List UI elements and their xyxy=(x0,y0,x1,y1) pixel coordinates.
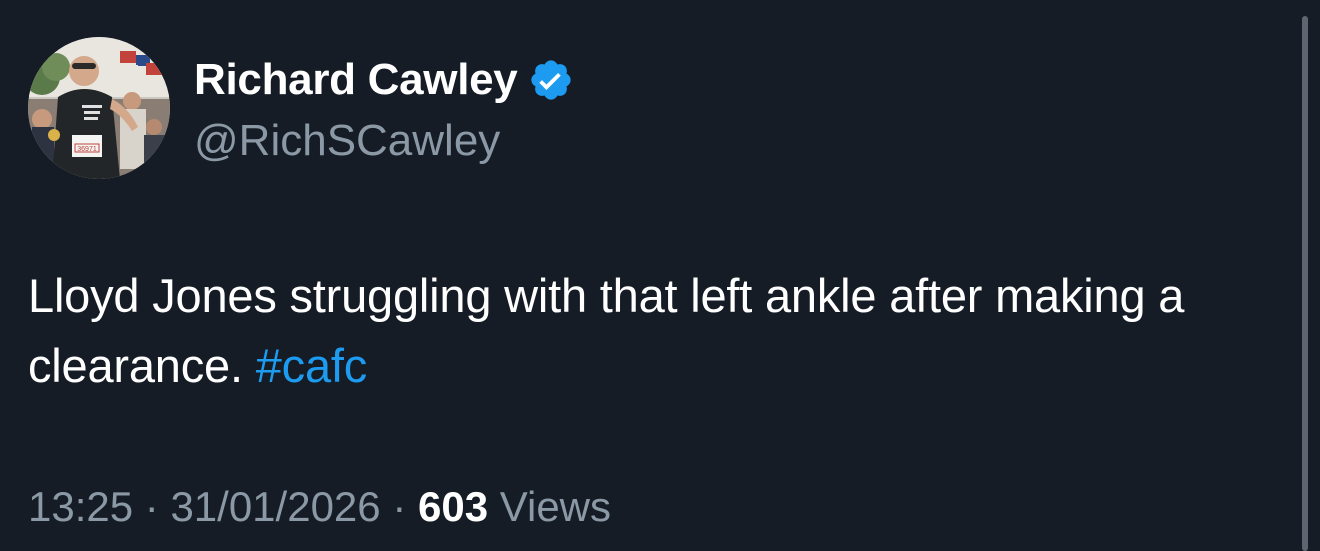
tweet-date[interactable]: 31/01/2026 xyxy=(170,483,380,530)
author-name-row[interactable]: Richard Cawley xyxy=(194,56,574,104)
tweet-text: Lloyd Jones struggling with that left an… xyxy=(28,261,1248,401)
tweet-text-content: Lloyd Jones struggling with that left an… xyxy=(28,269,1185,392)
views-count[interactable]: 603 xyxy=(418,483,488,530)
meta-separator: · xyxy=(380,483,418,530)
author-handle[interactable]: @RichSCawley xyxy=(194,116,500,166)
author-display-name[interactable]: Richard Cawley xyxy=(194,56,518,104)
tweet-time[interactable]: 13:25 xyxy=(28,483,133,530)
avatar-bib-number: 36971 xyxy=(77,146,97,153)
hashtag-link[interactable]: #cafc xyxy=(256,339,368,392)
tweet-metadata: 13:25 · 31/01/2026 · 603 Views xyxy=(28,481,611,533)
author-avatar[interactable]: 36971 xyxy=(28,37,170,179)
avatar-photo-icon: 36971 xyxy=(28,37,170,179)
scrollbar[interactable] xyxy=(1302,16,1308,551)
meta-separator: · xyxy=(133,483,171,530)
verified-badge-icon xyxy=(531,60,572,100)
tweet-card[interactable]: 36971 Richard Cawley @RichSCawley Lloyd … xyxy=(0,0,1320,551)
views-label[interactable]: Views xyxy=(488,483,611,530)
